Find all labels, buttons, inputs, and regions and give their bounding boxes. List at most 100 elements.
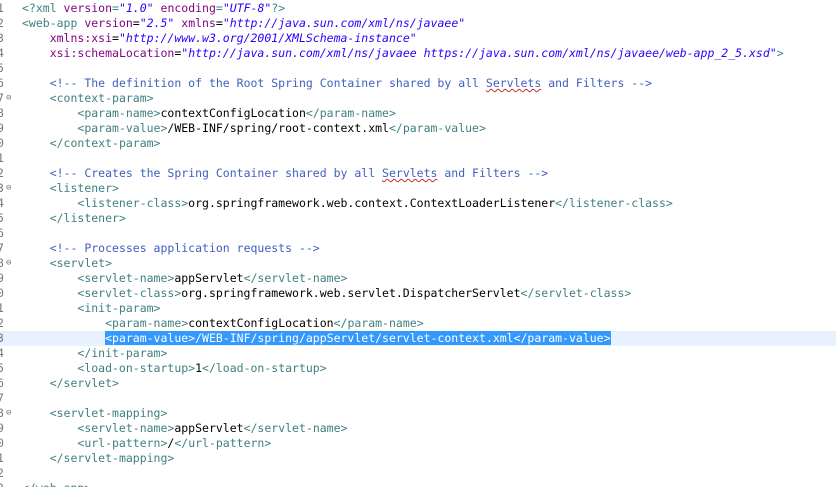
code-line[interactable]: 5 </listener> bbox=[0, 211, 836, 226]
line-gutter: 2 bbox=[0, 166, 18, 181]
code-token: <listener> bbox=[49, 181, 119, 195]
code-text[interactable]: <?xml version="1.0" encoding="UTF-8"?> bbox=[22, 1, 285, 16]
code-text[interactable]: <url-pattern>/</url-pattern> bbox=[22, 436, 271, 451]
line-number: 1 bbox=[0, 301, 4, 315]
code-line[interactable]: 5 <load-on-startup>1</load-on-startup> bbox=[0, 361, 836, 376]
line-number: 5 bbox=[0, 61, 4, 75]
code-token: <servlet-class> bbox=[77, 286, 182, 300]
line-number: 7 bbox=[0, 391, 4, 405]
line-number: 3 bbox=[0, 31, 4, 45]
code-text[interactable]: </context-param> bbox=[22, 136, 161, 151]
code-text[interactable]: <listener-class>org.springframework.web.… bbox=[22, 196, 672, 211]
code-text[interactable]: xsi:schemaLocation="http://java.sun.com/… bbox=[22, 46, 784, 61]
code-line[interactable]: 3 ⊖ <listener> bbox=[0, 181, 836, 196]
code-text[interactable]: <param-value>/WEB-INF/spring/appServlet/… bbox=[22, 331, 611, 346]
code-text[interactable]: <param-value>/WEB-INF/spring/root-contex… bbox=[22, 121, 486, 136]
line-gutter: 9 bbox=[0, 421, 18, 436]
code-line[interactable]: 9 <param-value>/WEB-INF/spring/root-cont… bbox=[0, 121, 836, 136]
code-token: </servlet> bbox=[49, 376, 119, 390]
line-gutter: 8 ⊖ bbox=[0, 406, 18, 421]
code-line[interactable]: 9 <servlet-name>appServlet</servlet-name… bbox=[0, 421, 836, 436]
code-line[interactable]: 2 <!-- Creates the Spring Container shar… bbox=[0, 166, 836, 181]
code-token: ?> bbox=[271, 1, 286, 15]
fold-toggle-icon[interactable]: ⊖ bbox=[6, 406, 11, 421]
code-text[interactable]: <listener> bbox=[22, 181, 119, 196]
code-text[interactable]: xmlns:xsi="http://www.w3.org/2001/XMLSch… bbox=[22, 31, 417, 46]
line-number: 9 bbox=[0, 421, 4, 435]
code-text[interactable]: <init-param> bbox=[22, 301, 160, 316]
code-line[interactable]: 6 bbox=[0, 226, 836, 241]
code-line[interactable]: 8 ⊖ <servlet-mapping> bbox=[0, 406, 836, 421]
code-text[interactable]: <!-- Creates the Spring Container shared… bbox=[22, 166, 549, 181]
code-line[interactable]: 9 <servlet-name>appServlet</servlet-name… bbox=[0, 271, 836, 286]
code-text[interactable]: <servlet-name>appServlet</servlet-name> bbox=[22, 421, 347, 436]
code-line[interactable]: 8 ⊖ <servlet> bbox=[0, 256, 836, 271]
fold-toggle-icon[interactable]: ⊖ bbox=[6, 91, 11, 106]
code-line[interactable]: 1 <init-param> bbox=[0, 301, 836, 316]
code-line[interactable]: 0 <url-pattern>/</url-pattern> bbox=[0, 436, 836, 451]
code-line[interactable]: 2 <param-name>contextConfigLocation</par… bbox=[0, 316, 836, 331]
line-gutter: 3 bbox=[0, 481, 18, 487]
code-line[interactable]: 4 xsi:schemaLocation="http://java.sun.co… bbox=[0, 46, 836, 61]
line-gutter: 8 bbox=[0, 106, 18, 121]
line-gutter: 2 bbox=[0, 316, 18, 331]
line-number: 5 bbox=[0, 211, 4, 225]
code-line[interactable]: 4 <listener-class>org.springframework.we… bbox=[0, 196, 836, 211]
line-number: 1 bbox=[0, 151, 4, 165]
code-line[interactable]: 5 bbox=[0, 61, 836, 76]
code-token: xsi:schemaLocation bbox=[49, 46, 175, 60]
line-gutter: 5 bbox=[0, 211, 18, 226]
code-text[interactable]: <servlet> bbox=[22, 256, 112, 271]
line-number: 8 bbox=[0, 256, 4, 270]
code-text[interactable]: </servlet> bbox=[22, 376, 119, 391]
code-line[interactable]: 4 </init-param> bbox=[0, 346, 836, 361]
code-line[interactable]: 7 ⊖ <context-param> bbox=[0, 91, 836, 106]
code-line[interactable]: 7 bbox=[0, 391, 836, 406]
code-text[interactable]: <servlet-name>appServlet</servlet-name> bbox=[22, 271, 347, 286]
code-line[interactable]: 0 </context-param> bbox=[0, 136, 836, 151]
code-text[interactable]: <param-name>contextConfigLocation</param… bbox=[22, 316, 424, 331]
code-text[interactable]: <!-- Processes application requests --> bbox=[22, 241, 320, 256]
spelling-warning-word: Servlets bbox=[382, 166, 438, 180]
code-line[interactable]: 3 </web-app> bbox=[0, 481, 836, 487]
code-text[interactable]: </init-param> bbox=[22, 346, 167, 361]
line-number: 2 bbox=[0, 16, 4, 30]
code-line[interactable]: 7 <!-- Processes application requests --… bbox=[0, 241, 836, 256]
code-text[interactable]: <!-- The definition of the Root Spring C… bbox=[22, 76, 652, 91]
code-text[interactable]: <servlet-mapping> bbox=[22, 406, 168, 421]
code-line[interactable]: 3 xmlns:xsi="http://www.w3.org/2001/XMLS… bbox=[0, 31, 836, 46]
code-line[interactable]: 0 <servlet-class>org.springframework.web… bbox=[0, 286, 836, 301]
spelling-warning-word: Servlets bbox=[485, 76, 542, 90]
code-line[interactable]: 1 <?xml version="1.0" encoding="UTF-8"?> bbox=[0, 1, 836, 16]
code-line[interactable]: 1 bbox=[0, 151, 836, 166]
code-text[interactable]: <servlet-class>org.springframework.web.s… bbox=[22, 286, 631, 301]
xml-code-editor[interactable]: 1 <?xml version="1.0" encoding="UTF-8"?> 2… bbox=[0, 0, 836, 487]
code-text[interactable]: <load-on-startup>1</load-on-startup> bbox=[22, 361, 326, 376]
code-text[interactable]: <web-app version="2.5" xmlns="http://jav… bbox=[22, 16, 465, 31]
code-line[interactable]: 6 </servlet> bbox=[0, 376, 836, 391]
code-token: </servlet-name> bbox=[243, 421, 348, 435]
code-line[interactable]: 3 <param-value>/WEB-INF/spring/appServle… bbox=[0, 331, 836, 346]
code-line[interactable]: 2 bbox=[0, 466, 836, 481]
code-token: "UTF-8" bbox=[222, 1, 272, 15]
code-line[interactable]: 6 <!-- The definition of the Root Spring… bbox=[0, 76, 836, 91]
code-line[interactable]: 2 <web-app version="2.5" xmlns="http://ja… bbox=[0, 16, 836, 31]
code-text[interactable]: </listener> bbox=[22, 211, 126, 226]
fold-toggle-icon[interactable]: ⊖ bbox=[6, 181, 11, 196]
code-text[interactable]: </web-app> bbox=[22, 481, 91, 487]
code-token: </listener> bbox=[49, 211, 126, 225]
code-line[interactable]: 1 </servlet-mapping> bbox=[0, 451, 836, 466]
code-line[interactable]: 8 <param-name>contextConfigLocation</par… bbox=[0, 106, 836, 121]
code-text[interactable]: </servlet-mapping> bbox=[22, 451, 175, 466]
code-text[interactable]: <param-name>contextConfigLocation</param… bbox=[22, 106, 396, 121]
line-gutter: 3 ⊖ bbox=[0, 181, 18, 196]
code-text[interactable]: <context-param> bbox=[22, 91, 154, 106]
fold-toggle-icon[interactable]: ⊖ bbox=[6, 256, 11, 271]
line-number: 4 bbox=[0, 346, 4, 360]
